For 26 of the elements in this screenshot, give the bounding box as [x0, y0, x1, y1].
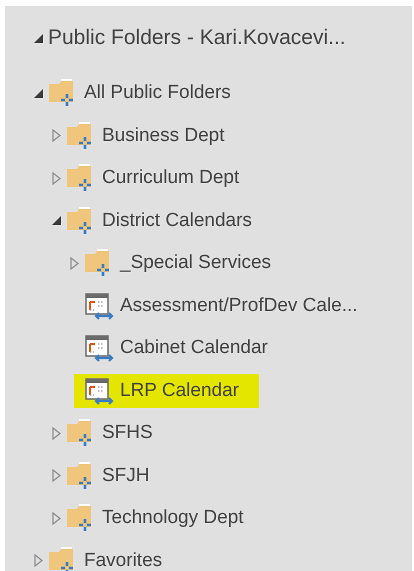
collapse-arrow-icon[interactable]	[32, 32, 44, 44]
folder-name[interactable]: District Calendars	[102, 210, 252, 232]
expand-arrow-icon[interactable]	[52, 426, 60, 440]
account-name[interactable]: Public Folders - Kari.Kovacevi...	[48, 26, 346, 50]
expand-arrow-icon[interactable]	[52, 512, 60, 525]
calendar-name[interactable]: Assessment/ProfDev Cale...	[120, 294, 358, 317]
folder-name[interactable]: SFHS	[102, 422, 153, 444]
folder-name[interactable]: SFJH	[102, 464, 150, 487]
expand-arrow-icon[interactable]	[52, 129, 60, 142]
calendar-name[interactable]: LRP Calendar	[120, 380, 240, 402]
folder-name[interactable]: _Special Services	[120, 252, 272, 274]
shared-calendar-icon	[84, 376, 116, 406]
expand-arrow-icon[interactable]	[52, 469, 60, 482]
collapse-arrow-icon[interactable]	[50, 215, 62, 226]
folder-name[interactable]: Technology Dept	[102, 507, 244, 530]
expand-arrow-icon[interactable]	[70, 256, 78, 270]
folder-name[interactable]: Curriculum Dept	[102, 167, 240, 190]
folder-name[interactable]: Favorites	[84, 550, 162, 571]
folder-name[interactable]: All Public Folders	[84, 82, 231, 104]
shared-calendar-icon	[84, 333, 116, 364]
expand-arrow-icon[interactable]	[52, 172, 60, 185]
expand-arrow-icon[interactable]	[34, 554, 42, 568]
calendar-name[interactable]: Cabinet Calendar	[120, 337, 268, 360]
shared-calendar-icon	[84, 290, 116, 321]
collapse-arrow-icon[interactable]	[32, 88, 44, 99]
folder-name[interactable]: Business Dept	[102, 124, 225, 147]
